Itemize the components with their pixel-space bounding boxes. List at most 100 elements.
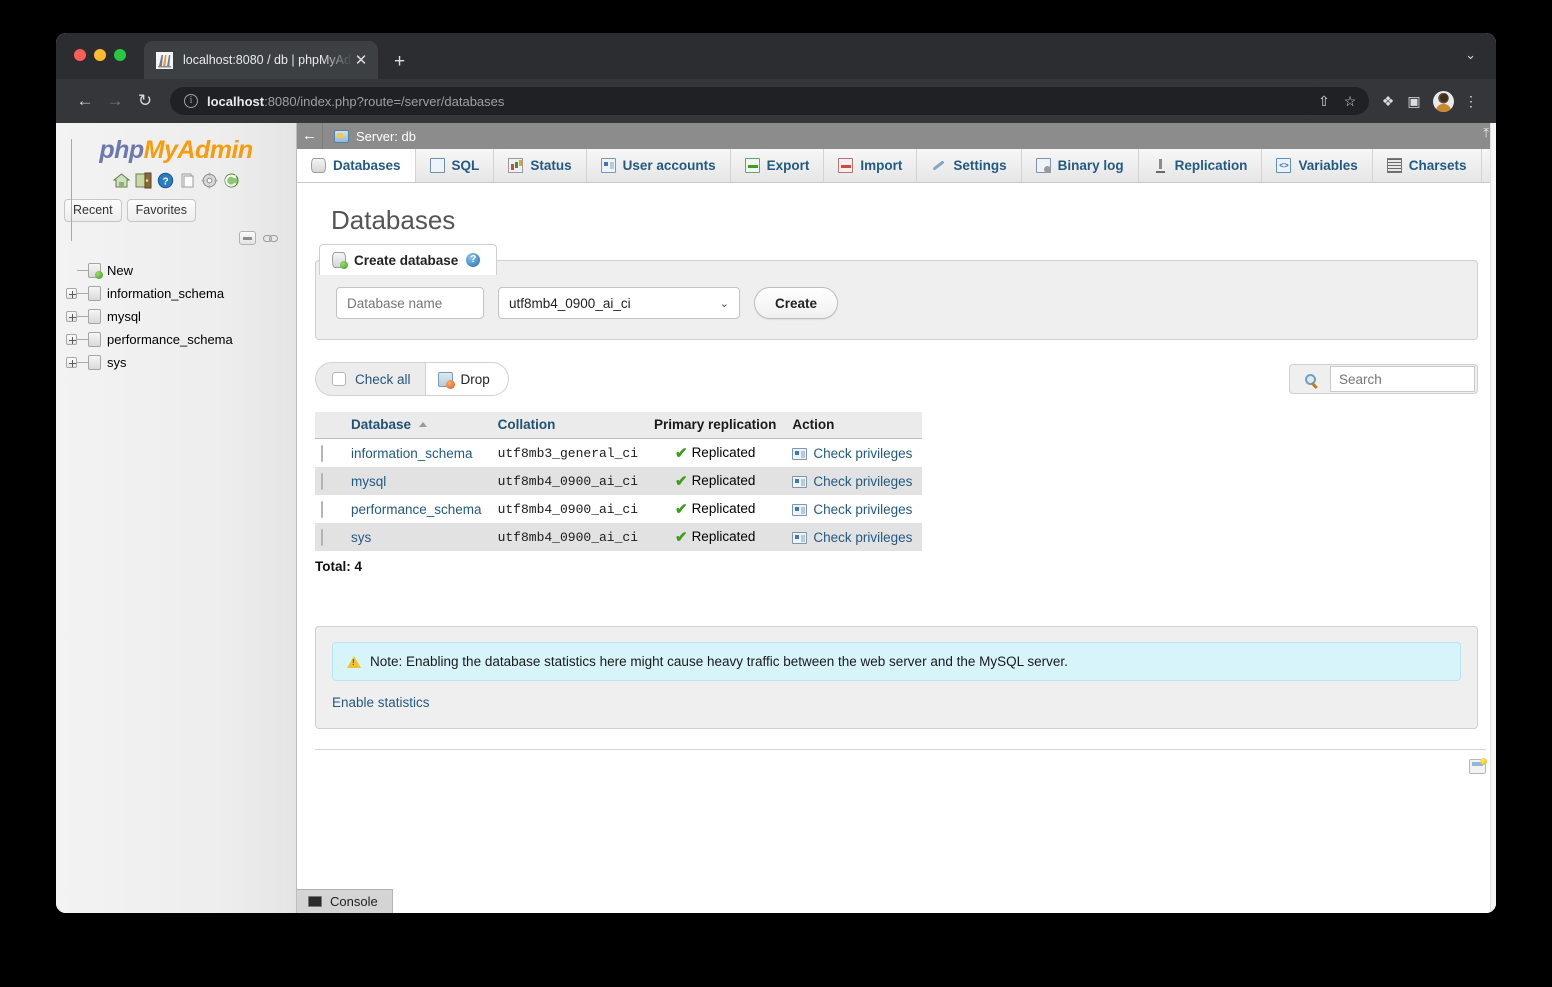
search-icon-container[interactable] (1290, 365, 1330, 393)
collation-select[interactable]: utf8mb4_0900_ai_ci ⌄ (498, 287, 740, 319)
tab-export[interactable]: Export (730, 149, 825, 182)
table-row[interactable]: sys utf8mb4_0900_ai_ci ✔ Replicated Check… (315, 523, 923, 551)
sort-ascending-icon (419, 422, 428, 427)
share-icon[interactable]: ⇧ (1311, 93, 1337, 110)
scrollbar-track[interactable] (1490, 123, 1496, 913)
maximize-window-button[interactable] (114, 49, 126, 61)
tab-user-accounts[interactable]: User accounts (586, 149, 731, 182)
check-privileges-link[interactable]: Check privileges (813, 502, 912, 517)
check-icon: ✔ (674, 501, 688, 518)
row-checkbox[interactable] (321, 528, 323, 546)
extensions-puzzle-icon[interactable]: ❖ (1375, 93, 1401, 110)
search-input[interactable] (1330, 366, 1475, 392)
sidebar-tab-recent[interactable]: Recent (64, 199, 122, 222)
collapse-up-icon[interactable]: ⤒ (1483, 126, 1489, 139)
table-row[interactable]: mysql utf8mb4_0900_ai_ci ✔ Replicated Che… (315, 467, 923, 495)
tab-binary-log[interactable]: Binary log (1021, 149, 1139, 182)
chevron-down-icon[interactable]: ⌄ (1465, 47, 1476, 63)
tab-settings[interactable]: Settings (917, 149, 1022, 182)
avatar[interactable] (1433, 90, 1454, 112)
settings-gear-icon[interactable] (201, 172, 218, 189)
database-icon (88, 332, 101, 347)
browser-window: localhost:8080 / db | phpMyAd ✕ + ⌄ ← → … (56, 33, 1496, 913)
window-controls (74, 49, 126, 61)
reload-icon[interactable] (223, 172, 240, 189)
link-with-main-panel-icon[interactable] (263, 233, 280, 244)
expand-icon[interactable] (66, 288, 77, 299)
privileges-icon (792, 475, 808, 488)
database-link[interactable]: mysql (351, 474, 386, 489)
home-icon[interactable] (112, 172, 130, 189)
close-window-button[interactable] (74, 49, 86, 61)
site-info-icon[interactable]: i (184, 94, 198, 108)
row-checkbox[interactable] (321, 472, 323, 490)
tab-replication[interactable]: Replication (1138, 149, 1263, 182)
side-panel-icon[interactable]: ▣ (1401, 93, 1427, 110)
column-header-collation[interactable]: Collation (491, 412, 649, 439)
tab-sql[interactable]: SQL (415, 149, 495, 182)
row-checkbox[interactable] (321, 500, 323, 518)
minimize-window-button[interactable] (94, 49, 106, 61)
column-label: Collation (497, 417, 556, 432)
expand-icon[interactable] (66, 334, 77, 345)
tree-item-sys[interactable]: sys (64, 351, 296, 374)
tab-import[interactable]: Import (824, 149, 918, 182)
variables-icon: <> (1276, 158, 1292, 173)
logo-part-php: php (99, 136, 144, 164)
table-row[interactable]: performance_schema utf8mb4_0900_ai_ci ✔ R… (315, 495, 923, 523)
new-window-icon[interactable] (1469, 758, 1487, 774)
privileges-icon (792, 503, 808, 516)
database-link[interactable]: performance_schema (351, 502, 482, 517)
reload-button[interactable]: ↻ (130, 91, 160, 111)
tree-item-mysql[interactable]: mysql (64, 305, 296, 328)
search-box (1289, 364, 1478, 394)
database-name-input[interactable] (336, 287, 484, 319)
tab-databases[interactable]: Databases (297, 149, 416, 182)
row-checkbox[interactable] (321, 444, 323, 462)
new-tab-button[interactable]: + (394, 52, 405, 71)
tab-charsets[interactable]: Charsets (1372, 149, 1482, 182)
pma-docs-icon[interactable] (179, 172, 196, 189)
check-privileges-link[interactable]: Check privileges (813, 530, 912, 545)
row-replication-cell: ✔ Replicated (648, 523, 787, 551)
help-icon[interactable]: ? (466, 253, 481, 267)
database-link[interactable]: sys (351, 530, 371, 545)
table-row[interactable]: information_schema utf8mb3_general_ci ✔ R… (315, 438, 923, 467)
tab-status[interactable]: Status (494, 149, 587, 182)
check-all-button[interactable]: Check all (315, 362, 425, 396)
tree-item-new[interactable]: New (64, 259, 296, 282)
browser-menu-icon[interactable]: ⋮ (1460, 93, 1482, 110)
expand-icon[interactable] (66, 357, 77, 368)
browser-tab[interactable]: localhost:8080 / db | phpMyAd ✕ (144, 41, 378, 79)
collapse-all-icon[interactable] (239, 231, 256, 245)
page-body: phpMyAdmin ? Recent Favorites New inform… (56, 123, 1496, 913)
expand-icon[interactable] (66, 311, 77, 322)
tree-item-performance-schema[interactable]: performance_schema (64, 328, 296, 351)
check-all-checkbox[interactable] (332, 372, 346, 386)
tab-variables[interactable]: <> Variables (1262, 149, 1373, 182)
documentation-icon[interactable]: ? (157, 172, 174, 189)
server-icon (334, 129, 349, 143)
footer-divider (315, 749, 1487, 774)
back-button[interactable]: ← (70, 91, 100, 111)
enable-statistics-link[interactable]: Enable statistics (332, 695, 430, 710)
database-link[interactable]: information_schema (351, 446, 473, 461)
drop-button[interactable]: Drop (424, 362, 509, 396)
console-bar[interactable]: Console (297, 889, 393, 913)
check-privileges-link[interactable]: Check privileges (813, 446, 912, 461)
sidebar-tab-favorites[interactable]: Favorites (126, 199, 197, 222)
column-header-database[interactable]: Database (345, 412, 492, 439)
logout-icon[interactable] (135, 172, 152, 189)
check-privileges-link[interactable]: Check privileges (813, 474, 912, 489)
column-header-action: Action (786, 412, 923, 439)
create-button[interactable]: Create (754, 287, 839, 319)
breadcrumb: Server: db (356, 128, 416, 144)
main-content: ← Server: db ⤒ Databases SQL Status User… (297, 123, 1496, 913)
phpmyadmin-logo[interactable]: phpMyAdmin (56, 123, 296, 167)
forward-button[interactable]: → (100, 91, 130, 111)
close-icon[interactable]: ✕ (352, 53, 370, 68)
tree-item-information-schema[interactable]: information_schema (64, 282, 296, 305)
bookmark-star-icon[interactable]: ☆ (1337, 93, 1363, 110)
address-bar[interactable]: i localhost:8080/index.php?route=/server… (170, 87, 1351, 115)
back-icon[interactable]: ← (297, 123, 323, 149)
